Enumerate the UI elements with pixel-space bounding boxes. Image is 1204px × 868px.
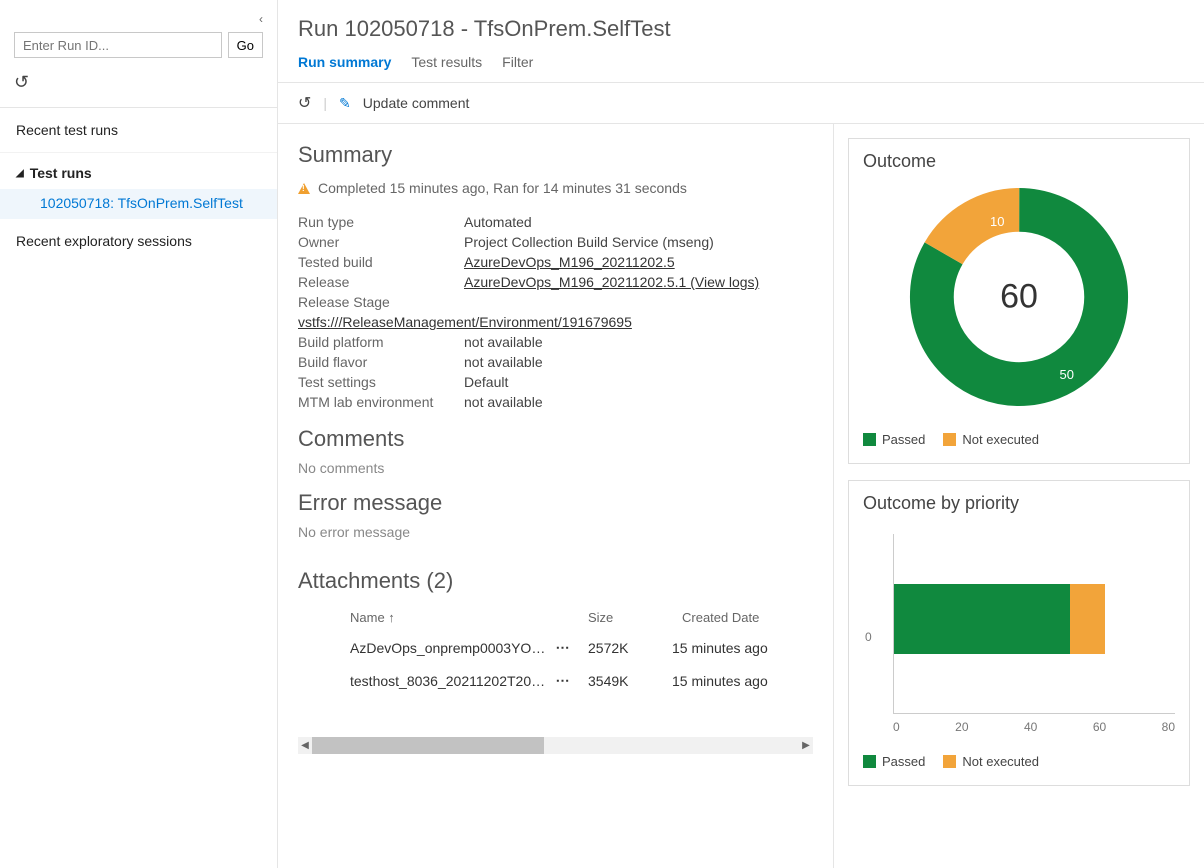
- legend-swatch-not-executed: [943, 755, 956, 768]
- toolbar: ↻ | ✎ Update comment: [278, 83, 1204, 124]
- more-actions-icon[interactable]: ⋯: [548, 672, 578, 689]
- mtm-label: MTM lab environment: [298, 394, 464, 410]
- tested-build-label: Tested build: [298, 254, 464, 270]
- update-comment-button[interactable]: Update comment: [363, 95, 470, 111]
- nav-recent-test-runs[interactable]: Recent test runs: [0, 108, 277, 153]
- status-text: Completed 15 minutes ago, Ran for 14 min…: [318, 180, 687, 196]
- donut-slice-label-not-executed: 10: [990, 214, 1004, 229]
- summary-info-grid: Run typeAutomated OwnerProject Collectio…: [298, 212, 813, 412]
- outcome-priority-title: Outcome by priority: [863, 493, 1175, 514]
- release-label: Release: [298, 274, 464, 290]
- run-search-row: Go: [0, 26, 277, 66]
- attachment-row[interactable]: testhost_8036_20211202T20… ⋯ 3549K 15 mi…: [298, 664, 813, 697]
- more-actions-icon[interactable]: ⋯: [548, 639, 578, 656]
- tabs: Run summary Test results Filter: [278, 54, 1204, 83]
- attachment-name: testhost_8036_20211202T20…: [298, 673, 548, 689]
- release-stage-label: Release Stage: [298, 294, 464, 310]
- build-platform-label: Build platform: [298, 334, 464, 350]
- attachment-name: AzDevOps_onpremp0003YO…: [298, 640, 548, 656]
- release-link[interactable]: AzureDevOps_M196_20211202.5.1 (View logs…: [464, 274, 759, 290]
- test-settings-label: Test settings: [298, 374, 464, 390]
- error-empty: No error message: [298, 524, 813, 540]
- sidebar: ‹ Go ↻ Recent test runs ◢ Test runs 1020…: [0, 0, 278, 868]
- warning-icon: [298, 183, 310, 194]
- outcome-priority-card: Outcome by priority 0 0 20 40 60: [848, 480, 1190, 786]
- go-button[interactable]: Go: [228, 32, 263, 58]
- legend-passed: Passed: [863, 754, 925, 769]
- run-type-value: Automated: [464, 214, 532, 230]
- toolbar-divider: |: [323, 95, 327, 111]
- horizontal-scrollbar[interactable]: ◀ ▶: [298, 737, 813, 754]
- y-axis-label: 0: [865, 630, 872, 644]
- attachment-row[interactable]: AzDevOps_onpremp0003YO… ⋯ 2572K 15 minut…: [298, 631, 813, 664]
- donut-slice-label-passed: 50: [1060, 367, 1074, 382]
- comments-empty: No comments: [298, 460, 813, 476]
- sidebar-refresh-row: ↻: [0, 66, 277, 108]
- sidebar-collapse-row: ‹: [0, 0, 277, 26]
- outcome-legend: Passed Not executed: [863, 432, 1175, 447]
- edit-icon[interactable]: ✎: [339, 95, 351, 112]
- refresh-icon[interactable]: ↻: [14, 72, 29, 93]
- legend-passed: Passed: [863, 432, 925, 447]
- tab-test-results[interactable]: Test results: [411, 54, 482, 72]
- legend-swatch-passed: [863, 433, 876, 446]
- content-row: Summary Completed 15 minutes ago, Ran fo…: [278, 124, 1204, 868]
- attachments-heading: Attachments (2): [298, 568, 813, 594]
- page-title: Run 102050718 - TfsOnPrem.SelfTest: [278, 0, 1204, 54]
- summary-column: Summary Completed 15 minutes ago, Ran fo…: [278, 124, 834, 868]
- attachment-date: 15 minutes ago: [672, 640, 813, 656]
- outcome-card: Outcome 10 50 60 Passed Not executed: [848, 138, 1190, 464]
- summary-heading: Summary: [298, 142, 813, 168]
- scroll-right-arrow-icon[interactable]: ▶: [799, 737, 813, 754]
- attachments-header-row: Name ↑ Size Created Date: [298, 602, 813, 631]
- refresh-icon[interactable]: ↻: [298, 93, 311, 113]
- col-date-header[interactable]: Created Date: [682, 610, 813, 625]
- legend-swatch-passed: [863, 755, 876, 768]
- status-line: Completed 15 minutes ago, Ran for 14 min…: [298, 180, 813, 196]
- attachment-size: 3549K: [578, 673, 672, 689]
- error-heading: Error message: [298, 490, 813, 516]
- outcome-donut-chart: 10 50 60: [904, 182, 1134, 412]
- nav-recent-exploratory[interactable]: Recent exploratory sessions: [0, 219, 277, 263]
- bar-area: [893, 534, 1175, 714]
- release-stage-link[interactable]: vstfs:///ReleaseManagement/Environment/1…: [298, 314, 632, 330]
- outcome-priority-chart: 0 0 20 40 60 80: [863, 524, 1175, 744]
- legend-not-executed: Not executed: [943, 432, 1039, 447]
- comments-heading: Comments: [298, 426, 813, 452]
- attachment-size: 2572K: [578, 640, 672, 656]
- caret-down-icon: ◢: [16, 168, 24, 179]
- collapse-sidebar-icon[interactable]: ‹: [259, 12, 263, 26]
- owner-label: Owner: [298, 234, 464, 250]
- tab-run-summary[interactable]: Run summary: [298, 54, 391, 72]
- legend-swatch-not-executed: [943, 433, 956, 446]
- mtm-value: not available: [464, 394, 543, 410]
- main-area: Run 102050718 - TfsOnPrem.SelfTest Run s…: [278, 0, 1204, 868]
- run-type-label: Run type: [298, 214, 464, 230]
- bar-stack: [894, 584, 1175, 654]
- donut-total: 60: [1000, 278, 1038, 317]
- tested-build-link[interactable]: AzureDevOps_M196_20211202.5: [464, 254, 675, 270]
- test-run-tree-item[interactable]: 102050718: TfsOnPrem.SelfTest: [0, 189, 277, 219]
- legend-not-executed: Not executed: [943, 754, 1039, 769]
- priority-legend: Passed Not executed: [863, 754, 1175, 769]
- scrollbar-thumb[interactable]: [312, 737, 544, 754]
- run-id-input[interactable]: [14, 32, 222, 58]
- charts-column: Outcome 10 50 60 Passed Not executed: [834, 124, 1204, 868]
- owner-value: Project Collection Build Service (mseng): [464, 234, 714, 250]
- build-flavor-label: Build flavor: [298, 354, 464, 370]
- nav-test-runs[interactable]: ◢ Test runs: [0, 153, 277, 189]
- test-settings-value: Default: [464, 374, 508, 390]
- build-platform-value: not available: [464, 334, 543, 350]
- tab-filter[interactable]: Filter: [502, 54, 533, 72]
- scroll-left-arrow-icon[interactable]: ◀: [298, 737, 312, 754]
- bar-segment-passed: [894, 584, 1070, 654]
- col-name-header[interactable]: Name ↑: [298, 610, 548, 625]
- x-axis-ticks: 0 20 40 60 80: [893, 714, 1175, 734]
- attachment-date: 15 minutes ago: [672, 673, 813, 689]
- bar-segment-not-executed: [1070, 584, 1105, 654]
- outcome-title: Outcome: [863, 151, 1175, 172]
- build-flavor-value: not available: [464, 354, 543, 370]
- nav-test-runs-label: Test runs: [30, 165, 92, 181]
- col-size-header[interactable]: Size: [588, 610, 682, 625]
